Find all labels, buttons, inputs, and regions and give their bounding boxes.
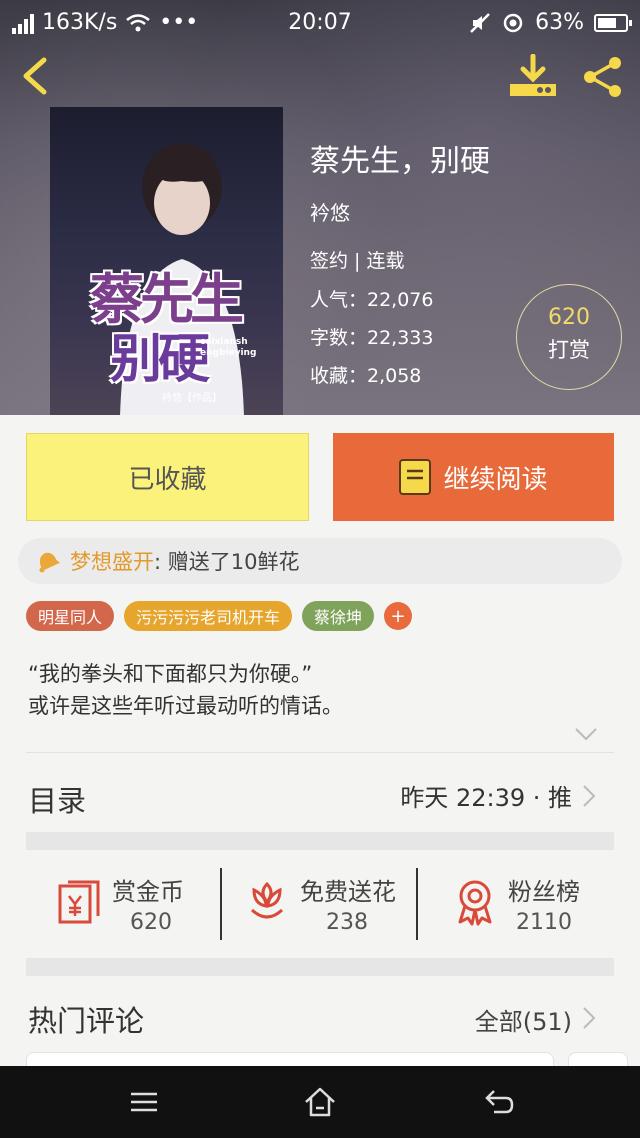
book-popularity: 人气：22,076 xyxy=(310,289,434,311)
add-tag-button[interactable]: + xyxy=(384,602,413,630)
all-comments-link[interactable]: 全部(51) xyxy=(475,1002,572,1037)
gift-notice[interactable]: 梦想盛开 : 赠送了10鲜花 xyxy=(18,538,622,584)
red-envelope-icon xyxy=(58,880,100,924)
cover-pinyin-line1: caixiansh xyxy=(200,337,248,347)
book-word-count: 字数：22,333 xyxy=(310,327,434,349)
stat-value: 620 xyxy=(130,910,172,935)
section-separator xyxy=(26,832,614,850)
tag-list: 明星同人 污污污污老司机开车 蔡徐坤 + xyxy=(26,601,413,631)
back-button[interactable] xyxy=(18,56,54,96)
section-separator xyxy=(26,958,614,976)
back-nav-icon[interactable] xyxy=(480,1084,516,1120)
book-favorites: 收藏：2,058 xyxy=(310,365,422,387)
stat-name: 粉丝榜 xyxy=(508,878,580,906)
continue-reading-label: 继续阅读 xyxy=(443,464,548,495)
chevron-right-icon xyxy=(583,1007,596,1029)
system-nav-bar xyxy=(0,1066,640,1138)
chevron-down-icon[interactable] xyxy=(574,726,598,742)
cover-pinyin: caixiansh engbieying xyxy=(200,337,256,359)
chevron-right-icon xyxy=(583,785,596,807)
book-icon xyxy=(399,459,432,495)
status-right: 63% xyxy=(469,10,632,35)
gift-user[interactable]: 梦想盛开 xyxy=(70,546,154,576)
collected-label: 已收藏 xyxy=(128,464,207,495)
reward-button[interactable]: 620 打赏 xyxy=(516,284,622,390)
toc-label: 目录 xyxy=(28,784,87,818)
stat-fan-ranking[interactable]: 粉丝榜 2110 xyxy=(450,852,610,956)
gift-text: : 赠送了10鲜花 xyxy=(154,550,300,574)
summary-line1: “我的拳头和下面都只为你硬。” xyxy=(28,662,313,686)
book-detail-page: 163K/s ••• 20:07 63% 蔡先生 别硬 caixiansh en… xyxy=(0,0,640,1138)
menu-icon[interactable] xyxy=(126,1084,162,1120)
tag-item[interactable]: 明星同人 xyxy=(26,601,115,631)
reward-label: 打赏 xyxy=(548,338,590,362)
book-title: 蔡先生，别硬 xyxy=(310,144,490,179)
cover-title-line2: 别硬 xyxy=(110,329,210,390)
book-status: 签约 | 连载 xyxy=(310,250,405,272)
book-cover[interactable]: 蔡先生 别硬 caixiansh engbieying 衿悠【作品】 xyxy=(50,107,283,415)
stat-gold-coins[interactable]: 赏金币 620 xyxy=(54,852,224,956)
stat-free-flowers[interactable]: 免费送花 238 xyxy=(242,852,422,956)
download-button[interactable] xyxy=(506,54,560,100)
hot-comments-header[interactable]: 热门评论 全部(51) xyxy=(0,986,640,1046)
reward-count: 620 xyxy=(548,305,590,330)
location-icon xyxy=(503,13,523,32)
stat-value: 238 xyxy=(326,910,368,935)
battery-percent: 63% xyxy=(535,10,584,35)
stat-value: 2110 xyxy=(516,910,572,935)
battery-icon xyxy=(594,13,632,32)
home-icon[interactable] xyxy=(302,1084,338,1120)
stats-row: 赏金币 620 免费送花 238 粉丝榜 2110 xyxy=(26,852,614,956)
hot-comments-label: 热门评论 xyxy=(28,1004,145,1038)
cover-pinyin-line2: engbieying xyxy=(200,348,257,358)
tag-item[interactable]: 蔡徐坤 xyxy=(302,601,375,631)
medal-icon xyxy=(458,880,492,926)
divider xyxy=(26,752,614,753)
stat-separator xyxy=(220,868,222,940)
book-summary: “我的拳头和下面都只为你硬。” 或许是这些年听过最动听的情话。 xyxy=(28,658,343,722)
mute-icon xyxy=(470,12,490,33)
status-bar: 163K/s ••• 20:07 63% xyxy=(0,0,640,46)
tag-item[interactable]: 污污污污老司机开车 xyxy=(124,601,293,631)
toc-update-time: 昨天 22:39 · 推 xyxy=(400,784,572,812)
collected-button[interactable]: 已收藏 xyxy=(26,433,309,521)
share-button[interactable] xyxy=(580,54,626,100)
book-author[interactable]: 衿悠 xyxy=(310,197,350,226)
toc-row[interactable]: 目录 昨天 22:39 · 推 xyxy=(0,760,640,830)
continue-reading-button[interactable]: 继续阅读 xyxy=(333,433,614,521)
cover-credit: 衿悠【作品】 xyxy=(162,393,222,404)
bell-icon xyxy=(39,552,60,573)
flower-icon xyxy=(250,881,284,919)
stat-separator xyxy=(416,868,418,940)
stat-name: 免费送花 xyxy=(300,878,396,906)
stat-name: 赏金币 xyxy=(112,878,184,906)
summary-line2: 或许是这些年听过最动听的情话。 xyxy=(28,694,343,718)
